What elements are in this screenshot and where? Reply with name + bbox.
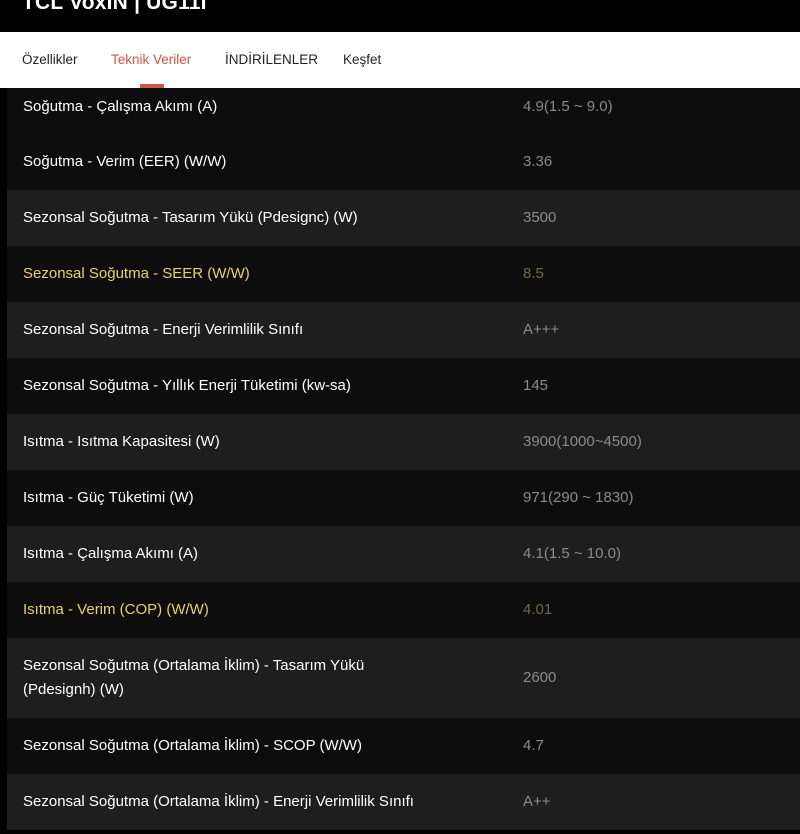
- spec-row: Sezonsal Soğutma - Tasarım Yükü (Pdesign…: [7, 190, 800, 246]
- tab-ozellikler[interactable]: Özellikler: [22, 32, 78, 88]
- spec-row: Sezonsal Soğutma (Ortalama İklim) - SCOP…: [7, 718, 800, 774]
- spec-value: 4.9(1.5 ~ 9.0): [523, 98, 613, 115]
- product-title: TCL VoxIN | UG11I: [22, 0, 207, 14]
- spec-label: Isıtma - Isıtma Kapasitesi (W): [23, 433, 220, 450]
- tab-bar: Özellikler Teknik Veriler İNDİRİLENLER K…: [0, 32, 800, 88]
- spec-value: A+++: [523, 321, 560, 338]
- spec-label: Sezonsal Soğutma (Ortalama İklim) - SCOP…: [23, 737, 362, 754]
- spec-value: 3.36: [523, 153, 553, 170]
- spec-label: Sezonsal Soğutma (Ortalama İklim) - Ener…: [23, 793, 414, 810]
- spec-value: 3900(1000~4500): [523, 433, 642, 450]
- spec-row: Sezonsal Soğutma (Ortalama İklim) - Ener…: [7, 774, 800, 830]
- spec-table[interactable]: Soğutma - Çalışma Akımı (A) 4.9(1.5 ~ 9.…: [7, 88, 800, 834]
- spec-row: Isıtma - Güç Tüketimi (W) 971(290 ~ 1830…: [7, 470, 800, 526]
- spec-row-highlighted: Isıtma - Verim (COP) (W/W) 4.01: [7, 582, 800, 638]
- spec-row: Sezonsal Soğutma (Ortalama İklim) - Tasa…: [7, 638, 800, 718]
- spec-label: Sezonsal Soğutma - Yıllık Enerji Tüketim…: [23, 377, 351, 394]
- spec-value: 145: [523, 377, 549, 394]
- spec-label: Isıtma - Verim (COP) (W/W): [23, 601, 209, 618]
- tab-teknik-veriler[interactable]: Teknik Veriler: [111, 32, 191, 88]
- top-bar: TCL VoxIN | UG11I: [0, 0, 800, 32]
- spec-value: 4.1(1.5 ~ 10.0): [523, 545, 621, 562]
- spec-label: Sezonsal Soğutma - Tasarım Yükü (Pdesign…: [23, 209, 358, 226]
- spec-label: Isıtma - Güç Tüketimi (W): [23, 489, 194, 506]
- spec-value: 3500: [523, 209, 557, 226]
- spec-value: 4.01: [523, 601, 553, 618]
- spec-label: Sezonsal Soğutma - SEER (W/W): [23, 265, 250, 282]
- spec-row: Sezonsal Soğutma - Yıllık Enerji Tüketim…: [7, 358, 800, 414]
- spec-value: 4.7: [523, 737, 544, 754]
- spec-row: Isıtma - Çalışma Akımı (A) 4.1(1.5 ~ 10.…: [7, 526, 800, 582]
- tab-indirilenler[interactable]: İNDİRİLENLER: [225, 32, 318, 88]
- spec-value: 8.5: [523, 265, 544, 282]
- spec-value: 971(290 ~ 1830): [523, 489, 634, 506]
- spec-row-highlighted: Sezonsal Soğutma - SEER (W/W) 8.5: [7, 246, 800, 302]
- spec-value: A++: [523, 793, 551, 810]
- spec-row: Sezonsal Soğutma - Enerji Verimlilik Sın…: [7, 302, 800, 358]
- tab-kesfet[interactable]: Keşfet: [343, 32, 381, 88]
- spec-label: Soğutma - Verim (EER) (W/W): [23, 153, 227, 170]
- spec-row: Soğutma - Çalışma Akımı (A) 4.9(1.5 ~ 9.…: [7, 88, 800, 134]
- spec-row: Isıtma - Isıtma Kapasitesi (W) 3900(1000…: [7, 414, 800, 470]
- spec-label: Sezonsal Soğutma - Enerji Verimlilik Sın…: [23, 321, 304, 338]
- spec-row: Soğutma - Verim (EER) (W/W) 3.36: [7, 134, 800, 190]
- spec-label: Sezonsal Soğutma (Ortalama İklim) - Tasa…: [23, 657, 365, 698]
- spec-value: 2600: [523, 669, 557, 686]
- spec-label: Isıtma - Çalışma Akımı (A): [23, 545, 199, 562]
- spec-label: Soğutma - Çalışma Akımı (A): [23, 98, 218, 115]
